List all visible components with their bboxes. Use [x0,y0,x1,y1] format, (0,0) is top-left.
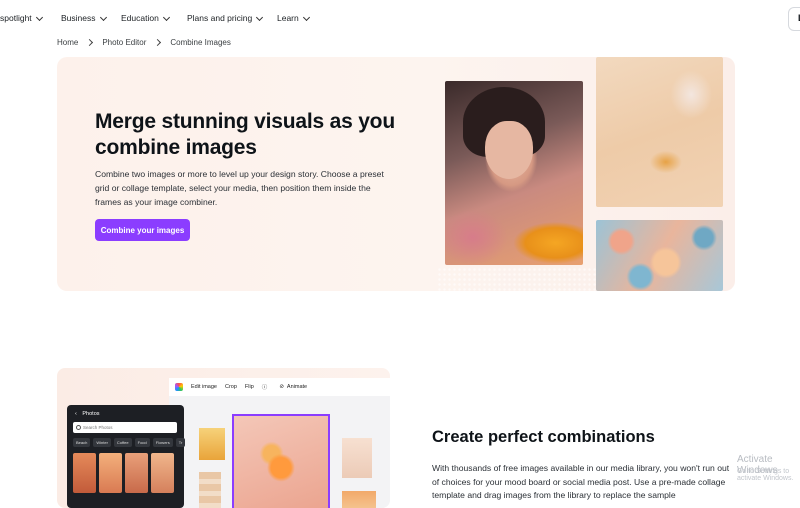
category-chips: Beach Winter Coffee Food Flowers Tr [73,438,186,447]
chevron-down-icon [99,13,107,21]
nav-item-label: Plans and pricing [187,13,253,23]
chip-food[interactable]: Food [134,438,150,447]
editor-toolbar: Edit image Crop Flip ⓘ ⊘ Animate [169,378,390,397]
chevron-down-icon [162,13,170,21]
breadcrumb-home[interactable]: Home [57,38,78,47]
photos-panel-title: ‹ Photos [75,411,100,417]
hero-photo-blur-flowers [596,220,723,291]
breadcrumb-current: Combine Images [170,38,231,47]
hero-card: Merge stunning visuals as you combine im… [57,57,735,291]
nav-item-spotlight[interactable]: spotlight [0,13,43,23]
hero-title: Merge stunning visuals as you combine im… [95,110,395,159]
section-description: With thousands of free images available … [432,463,730,500]
section-title: Create perfect combinations [432,428,655,446]
toolbar-animate[interactable]: Animate [287,384,307,390]
nav-item-plans-and-pricing[interactable]: Plans and pricing [187,13,264,23]
selected-image-frame[interactable] [232,414,330,508]
nav-item-label: Learn [277,13,299,23]
search-icon [76,425,81,430]
hero-photo-hand-flower [596,57,723,207]
breadcrumb-photo-editor[interactable]: Photo Editor [102,38,146,47]
photo-thumbnail[interactable] [99,453,122,493]
nav-item-label: Business [61,13,96,23]
canvas-tile [342,438,372,478]
photo-thumbnail[interactable] [151,453,174,493]
editor-preview: Edit image Crop Flip ⓘ ⊘ Animate ‹ Photo… [57,368,390,508]
toolbar-crop[interactable]: Crop [225,384,237,390]
nav-item-education[interactable]: Education [121,13,170,23]
chip-more[interactable]: Tr [175,438,186,447]
back-icon[interactable]: ‹ [75,411,77,417]
chip-winter[interactable]: Winter [93,438,111,447]
nav-item-business[interactable]: Business [61,13,107,23]
chevron-down-icon [256,13,264,21]
chevron-down-icon [35,13,43,21]
breadcrumb: Home Photo Editor Combine Images [57,38,231,47]
toolbar-edit-image[interactable]: Edit image [191,384,217,390]
chevron-right-icon [154,38,162,47]
search-photos-input[interactable]: Search Photos [73,422,177,433]
portrait-face [485,121,533,179]
photo-thumbnail[interactable] [125,453,148,493]
decorative-sparkle [437,267,597,291]
canvas-tile [199,472,221,508]
info-icon[interactable]: ⓘ [262,383,268,391]
combine-images-button[interactable]: Combine your images [95,219,190,241]
photo-thumbnails [73,453,174,493]
chip-beach[interactable]: Beach [73,438,91,447]
color-logo-icon [175,383,183,391]
chevron-down-icon [302,13,310,21]
canvas-tile [199,428,225,460]
nav-item-label: spotlight [0,13,32,23]
nav-item-learn[interactable]: Learn [277,13,310,23]
chip-coffee[interactable]: Coffee [113,438,132,447]
chevron-right-icon [86,38,94,47]
nav-right-button[interactable]: L [788,7,800,31]
hero-photo-portrait [445,81,583,265]
nav-item-label: Education [121,13,159,23]
search-placeholder: Search Photos [83,425,113,430]
top-navigation: spotlight Business Education Plans and p… [0,0,800,36]
chip-flowers[interactable]: Flowers [152,438,173,447]
canvas-tile [342,491,376,508]
toolbar-flip[interactable]: Flip [245,384,254,390]
animate-icon: ⊘ [279,384,284,390]
photo-thumbnail[interactable] [73,453,96,493]
editor-canvas[interactable] [169,396,390,508]
photos-panel-title-text: Photos [82,411,100,417]
activate-windows-subtext: Go to Settings to activate Windows. [737,468,794,482]
hero-description: Combine two images or more to level up y… [95,169,384,207]
photos-panel: ‹ Photos Search Photos Beach Winter Coff… [67,405,186,508]
